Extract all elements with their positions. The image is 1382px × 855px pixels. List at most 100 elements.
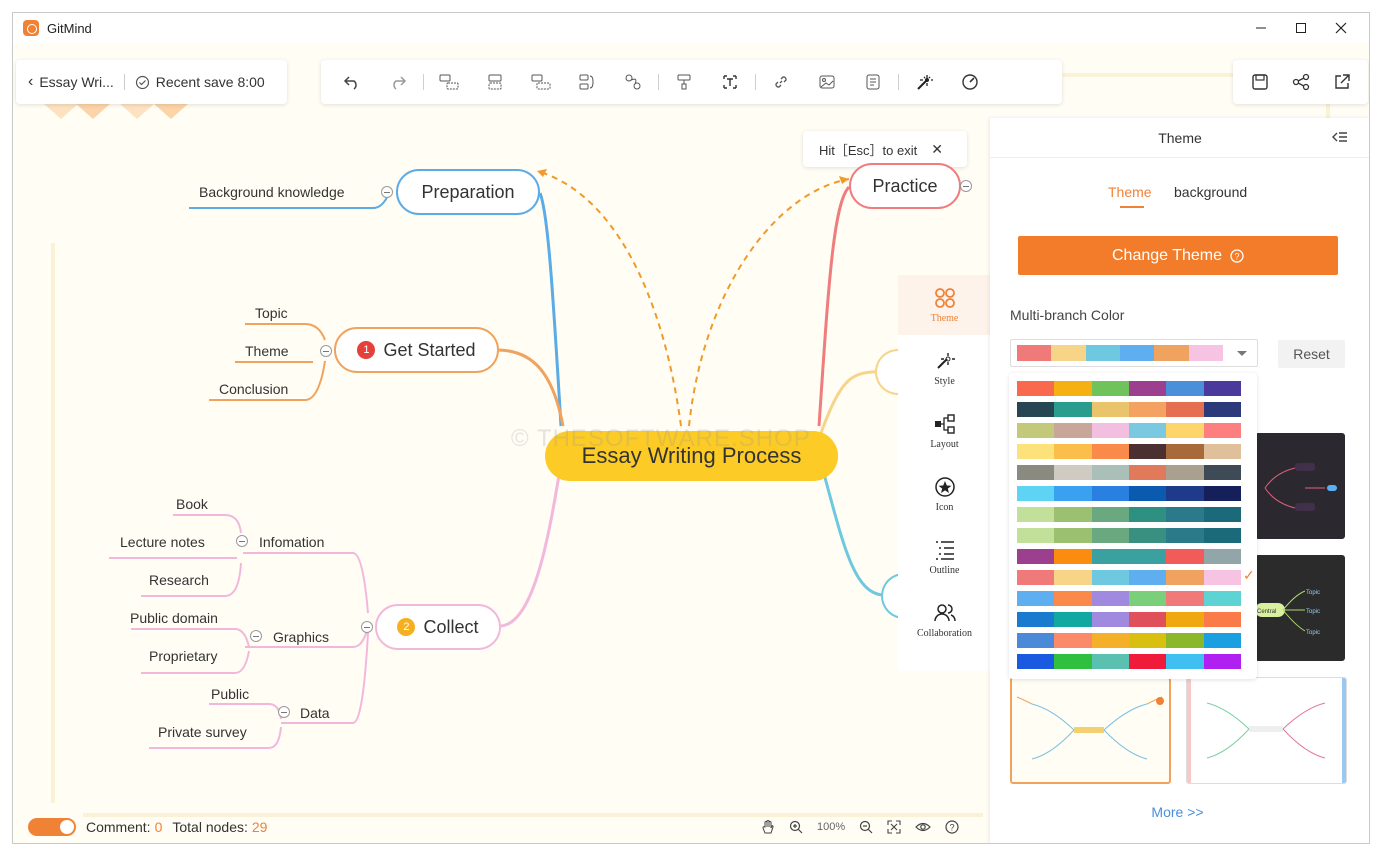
theme-thumb-dark-2[interactable]: Topic Topic Topic Central — [1255, 555, 1345, 661]
collapse-toggle[interactable] — [361, 621, 373, 633]
right-actions — [1233, 60, 1368, 104]
minimize-button[interactable] — [1241, 13, 1281, 43]
rail-collaboration[interactable]: Collaboration — [898, 590, 991, 650]
help-circle-icon[interactable]: ? — [945, 820, 959, 834]
palette-option[interactable] — [1017, 654, 1241, 669]
summary-button[interactable] — [564, 60, 610, 104]
redo-button[interactable] — [375, 60, 421, 104]
close-window-button[interactable] — [1321, 13, 1361, 43]
theme-thumb-light-1[interactable] — [1010, 677, 1171, 784]
comment-toggle[interactable] — [28, 818, 76, 836]
rail-theme[interactable]: Theme — [898, 275, 991, 335]
palette-option[interactable] — [1017, 486, 1241, 501]
back-icon[interactable]: ‹ — [28, 73, 33, 91]
collapse-panel-icon[interactable] — [1332, 131, 1348, 145]
rail-style[interactable]: Style — [898, 338, 991, 398]
palette-swatch — [1017, 423, 1055, 438]
style-magic-button[interactable] — [901, 60, 947, 104]
note-button[interactable] — [850, 60, 896, 104]
palette-swatch — [1128, 423, 1167, 438]
theme-thumb-dark-1[interactable] — [1255, 433, 1345, 539]
item-public[interactable]: Public — [211, 686, 249, 702]
image-button[interactable] — [804, 60, 850, 104]
collapse-toggle[interactable] — [278, 706, 290, 718]
text-box-button[interactable] — [707, 60, 753, 104]
start-button[interactable] — [947, 60, 993, 104]
subtopic-topic[interactable]: Topic — [255, 305, 288, 321]
collapse-toggle[interactable] — [381, 186, 393, 198]
parent-node-button[interactable] — [518, 60, 564, 104]
tab-theme[interactable]: Theme — [1108, 184, 1152, 200]
palette-option[interactable] — [1017, 381, 1241, 396]
preview-eye-icon[interactable] — [915, 820, 931, 834]
palette-option[interactable] — [1017, 528, 1241, 543]
palette-option[interactable] — [1017, 402, 1241, 417]
fit-screen-icon[interactable] — [887, 820, 901, 834]
rail-outline[interactable]: Outline — [898, 527, 991, 587]
topic-collect[interactable]: 2 Collect — [375, 604, 501, 650]
palette-option[interactable] — [1017, 465, 1241, 480]
more-themes-link[interactable]: More >> — [990, 804, 1365, 820]
palette-option[interactable] — [1017, 591, 1241, 606]
share-icon[interactable] — [1292, 73, 1310, 91]
palette-option[interactable] — [1017, 570, 1241, 585]
child-node-button[interactable] — [472, 60, 518, 104]
subtopic-graphics[interactable]: Graphics — [273, 629, 329, 645]
topic-preparation[interactable]: Preparation — [396, 169, 540, 215]
subtopic-conclusion[interactable]: Conclusion — [219, 381, 288, 397]
collapse-toggle[interactable] — [960, 180, 972, 192]
palette-option[interactable] — [1017, 507, 1241, 522]
save-icon[interactable] — [1251, 73, 1269, 91]
tab-background[interactable]: background — [1174, 184, 1247, 200]
item-private-survey[interactable]: Private survey — [158, 724, 247, 740]
palette-option[interactable] — [1017, 612, 1241, 627]
item-lecture-notes[interactable]: Lecture notes — [120, 534, 205, 550]
subtopic-theme[interactable]: Theme — [245, 343, 289, 359]
sibling-node-button[interactable] — [426, 60, 472, 104]
palette-option[interactable] — [1017, 633, 1241, 648]
zoom-out-icon[interactable] — [859, 820, 873, 834]
rail-layout[interactable]: Layout — [898, 401, 991, 461]
mindmap-canvas[interactable]: ‹ Essay Wri... Recent save 8:00 Hit［Esc］… — [13, 43, 1369, 843]
palette-swatch — [1128, 612, 1167, 627]
item-public-domain[interactable]: Public domain — [130, 610, 218, 626]
maximize-button[interactable] — [1281, 13, 1321, 43]
rail-icon[interactable]: Icon — [898, 464, 991, 524]
palette-swatch — [1203, 444, 1241, 459]
undo-button[interactable] — [329, 60, 375, 104]
subtopic-background-knowledge[interactable]: Background knowledge — [199, 184, 345, 200]
zoom-level: 100% — [817, 821, 846, 833]
hand-pan-icon[interactable] — [761, 819, 775, 835]
topic-practice[interactable]: Practice — [849, 163, 961, 209]
item-research[interactable]: Research — [149, 572, 209, 588]
reset-button[interactable]: Reset — [1278, 340, 1345, 368]
document-title[interactable]: Essay Wri... — [39, 74, 113, 90]
format-painter-button[interactable] — [661, 60, 707, 104]
topic-get-started[interactable]: 1 Get Started — [334, 327, 499, 373]
esc-hint-close-icon[interactable]: ✕ — [931, 141, 943, 158]
palette-option[interactable] — [1017, 444, 1241, 459]
palette-swatch — [1054, 402, 1092, 417]
item-book[interactable]: Book — [176, 496, 208, 512]
export-icon[interactable] — [1333, 73, 1351, 91]
change-theme-button[interactable]: Change Theme ? — [1018, 236, 1338, 275]
zoom-in-icon[interactable] — [789, 820, 803, 834]
palette-swatch — [1091, 507, 1129, 522]
note-icon — [866, 74, 880, 90]
relation-button[interactable] — [610, 60, 656, 104]
palette-swatch — [1054, 612, 1092, 627]
link-button[interactable] — [758, 60, 804, 104]
collapse-toggle[interactable] — [236, 535, 248, 547]
branch-color-select[interactable] — [1010, 339, 1258, 367]
collapse-toggle[interactable] — [320, 345, 332, 357]
save-status: Recent save 8:00 — [155, 74, 265, 90]
subtopic-data[interactable]: Data — [300, 705, 330, 721]
palette-option[interactable] — [1017, 423, 1241, 438]
app-window: GitMind ‹ Essay Wri... Recent save 8:00 … — [12, 12, 1370, 844]
title-bar: GitMind — [13, 13, 1369, 43]
subtopic-infomation[interactable]: Infomation — [259, 534, 324, 550]
collapse-toggle[interactable] — [250, 630, 262, 642]
item-proprietary[interactable]: Proprietary — [149, 648, 217, 664]
palette-option[interactable] — [1017, 549, 1241, 564]
theme-thumb-light-2[interactable] — [1186, 677, 1347, 784]
